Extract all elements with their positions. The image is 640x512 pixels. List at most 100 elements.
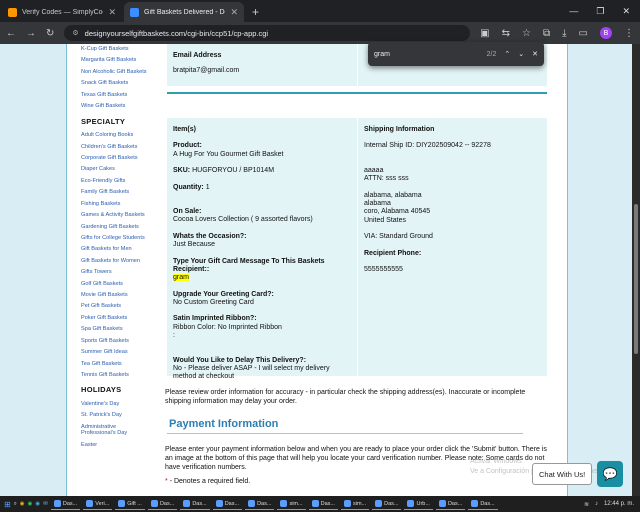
sidebar-link[interactable]: Pet Gift Baskets: [81, 303, 151, 309]
close-window-icon[interactable]: ✕: [622, 6, 630, 17]
sidebar-link[interactable]: Valentine's Day: [81, 401, 151, 407]
sidebar-link[interactable]: Spa Gift Baskets: [81, 326, 151, 332]
sidebar-link[interactable]: Gift Baskets for Men: [81, 246, 151, 252]
sidebar-link[interactable]: Movie Gift Baskets: [81, 292, 151, 298]
sidebar-link[interactable]: Wine Gift Baskets: [81, 103, 151, 109]
order-panel: Item(s) Product: A Hug For You Gourmet G…: [167, 118, 547, 380]
translate-icon[interactable]: ⇆: [502, 28, 510, 39]
taskbar-item[interactable]: Das...: [372, 498, 402, 510]
sidebar-link[interactable]: Children's Gift Baskets: [81, 144, 151, 150]
ribbon-label: Satin Imprinted Ribbon?:: [173, 315, 257, 323]
taskbar-item[interactable]: Urb...: [404, 498, 433, 510]
wifi-icon[interactable]: ≋: [584, 501, 589, 508]
page-viewport: K-Cup Gift Baskets Margarita Gift Basket…: [0, 44, 632, 496]
taskbar-item[interactable]: Das...: [50, 498, 81, 510]
taskbar-item[interactable]: Das...: [147, 498, 178, 510]
sidebar-link[interactable]: Margarita Gift Baskets: [81, 57, 151, 63]
back-icon[interactable]: ←: [6, 28, 16, 39]
address-line: coro, Alabama 40545: [364, 208, 431, 216]
sidebar-link[interactable]: Gifts Towers: [81, 269, 151, 275]
bookmark-star-icon[interactable]: ☆: [522, 28, 531, 39]
sidebar-link[interactable]: Games & Activity Baskets: [81, 212, 151, 218]
sidebar-link[interactable]: Poker Gift Baskets: [81, 315, 151, 321]
taskbar-item[interactable]: Veri...: [83, 498, 113, 510]
tab-gift-baskets[interactable]: Gift Baskets Delivered - Design ✕: [124, 2, 244, 22]
system-tray: ≋ ♪ 12:44 p. m.: [584, 501, 640, 508]
sidebar-link[interactable]: Administrative Professional's Day: [81, 424, 151, 437]
new-tab-icon[interactable]: +: [252, 5, 259, 19]
find-close-icon[interactable]: ✕: [532, 50, 538, 58]
find-input[interactable]: gram: [374, 51, 479, 58]
downloads-icon[interactable]: ⤓: [562, 28, 566, 39]
sidebar-link[interactable]: Golf Gift Baskets: [81, 281, 151, 287]
taskbar-item[interactable]: Das...: [245, 498, 275, 510]
chat-bubble-icon[interactable]: 💬: [597, 461, 623, 487]
sidebar-link[interactable]: Corporate Gift Baskets: [81, 155, 151, 161]
sidebar-link[interactable]: Diaper Cakes: [81, 166, 151, 172]
sidebar-link[interactable]: Tea Gift Baskets: [81, 361, 151, 367]
sidebar-link[interactable]: Family Gift Baskets: [81, 189, 151, 195]
find-previous-icon[interactable]: ⌃: [504, 50, 510, 58]
sidebar-link[interactable]: Fishing Baskets: [81, 201, 151, 207]
volume-icon[interactable]: ♪: [595, 501, 598, 507]
edge-icon[interactable]: ◉: [35, 501, 40, 507]
mail-icon[interactable]: ✉: [43, 501, 48, 507]
tab-verify-codes[interactable]: Verify Codes — SimplyCodes ✕: [2, 2, 122, 22]
sidebar-link[interactable]: Summer Gift Ideas: [81, 349, 151, 355]
sidebar-link[interactable]: Snack Gift Baskets: [81, 80, 151, 86]
sidebar-link[interactable]: Gifts for College Students: [81, 235, 151, 241]
scrollbar-thumb[interactable]: [634, 204, 638, 354]
ribbon-value: Ribbon Color: No Imprinted Ribbon: [173, 323, 282, 331]
sidebar-link[interactable]: Non Alcoholic Gift Baskets: [81, 69, 151, 75]
reload-icon[interactable]: ↻: [46, 28, 54, 39]
menu-icon[interactable]: ⋮: [624, 28, 634, 39]
find-next-icon[interactable]: ⌄: [518, 50, 524, 58]
minimize-icon[interactable]: —: [569, 6, 578, 16]
sidebar-link[interactable]: Eco-Friendly Gifts: [81, 178, 151, 184]
clock[interactable]: 12:44 p. m.: [604, 501, 634, 507]
search-icon[interactable]: ⌕: [14, 501, 17, 508]
taskbar-item[interactable]: Das...: [308, 498, 338, 510]
window-controls: — ❐ ✕: [569, 0, 640, 22]
taskbar-item[interactable]: Das...: [212, 498, 243, 510]
sidebar-link[interactable]: Easter: [81, 442, 151, 448]
taskbar-item[interactable]: Das...: [180, 498, 210, 510]
sidebar-link[interactable]: Sports Gift Baskets: [81, 338, 151, 344]
install-app-icon[interactable]: ▣: [480, 28, 489, 39]
profile-avatar[interactable]: B: [600, 27, 612, 39]
whatsapp-icon[interactable]: ◉: [28, 501, 33, 507]
taskbar-item[interactable]: Das...: [468, 498, 498, 510]
split-view-icon[interactable]: ▭: [579, 28, 588, 39]
sidebar-link[interactable]: Adult Coloring Books: [81, 132, 151, 138]
chat-with-us-label[interactable]: Chat With Us!: [532, 463, 593, 485]
sidebar-link[interactable]: St. Patrick's Day: [81, 412, 151, 418]
maximize-icon[interactable]: ❐: [596, 6, 604, 17]
address-bar[interactable]: ⚙ designyourselfgiftbaskets.com/cgi-bin/…: [64, 25, 471, 41]
site-info-icon[interactable]: ⚙: [72, 29, 78, 37]
extensions-icon[interactable]: ⧉: [543, 28, 550, 39]
sidebar-heading-holidays: HOLIDAYS: [81, 385, 122, 395]
close-tab-icon[interactable]: ✕: [230, 7, 238, 18]
page-scrollbar[interactable]: [632, 44, 640, 496]
taskbar-item[interactable]: Gift ...: [115, 498, 145, 510]
sku-label: SKU:: [173, 167, 191, 175]
simplycodes-favicon-icon: [8, 7, 17, 17]
sidebar-link[interactable]: Texas Gift Baskets: [81, 92, 151, 98]
taskbar-item[interactable]: Das...: [435, 498, 466, 510]
taskbar-item[interactable]: sim...: [277, 498, 306, 510]
sidebar-link[interactable]: Gift Baskets for Women: [81, 258, 151, 264]
close-tab-icon[interactable]: ✕: [108, 7, 116, 18]
occasion-value: Just Because: [173, 241, 216, 249]
taskbar-item[interactable]: sim...: [340, 498, 370, 510]
forward-icon[interactable]: →: [26, 28, 36, 39]
site-favicon-icon: [130, 7, 139, 17]
address-line: alabama: [364, 199, 391, 207]
payment-divider: [167, 433, 523, 434]
quantity-label: Quantity:: [173, 183, 204, 191]
sidebar-link[interactable]: Gardening Gift Baskets: [81, 224, 151, 230]
section-divider: [167, 92, 547, 94]
chrome-icon[interactable]: ◉: [20, 501, 25, 507]
sidebar-link[interactable]: K-Cup Gift Baskets: [81, 46, 151, 52]
sidebar-link[interactable]: Tennis Gift Baskets: [81, 372, 151, 378]
start-icon[interactable]: ⊞: [4, 500, 11, 509]
